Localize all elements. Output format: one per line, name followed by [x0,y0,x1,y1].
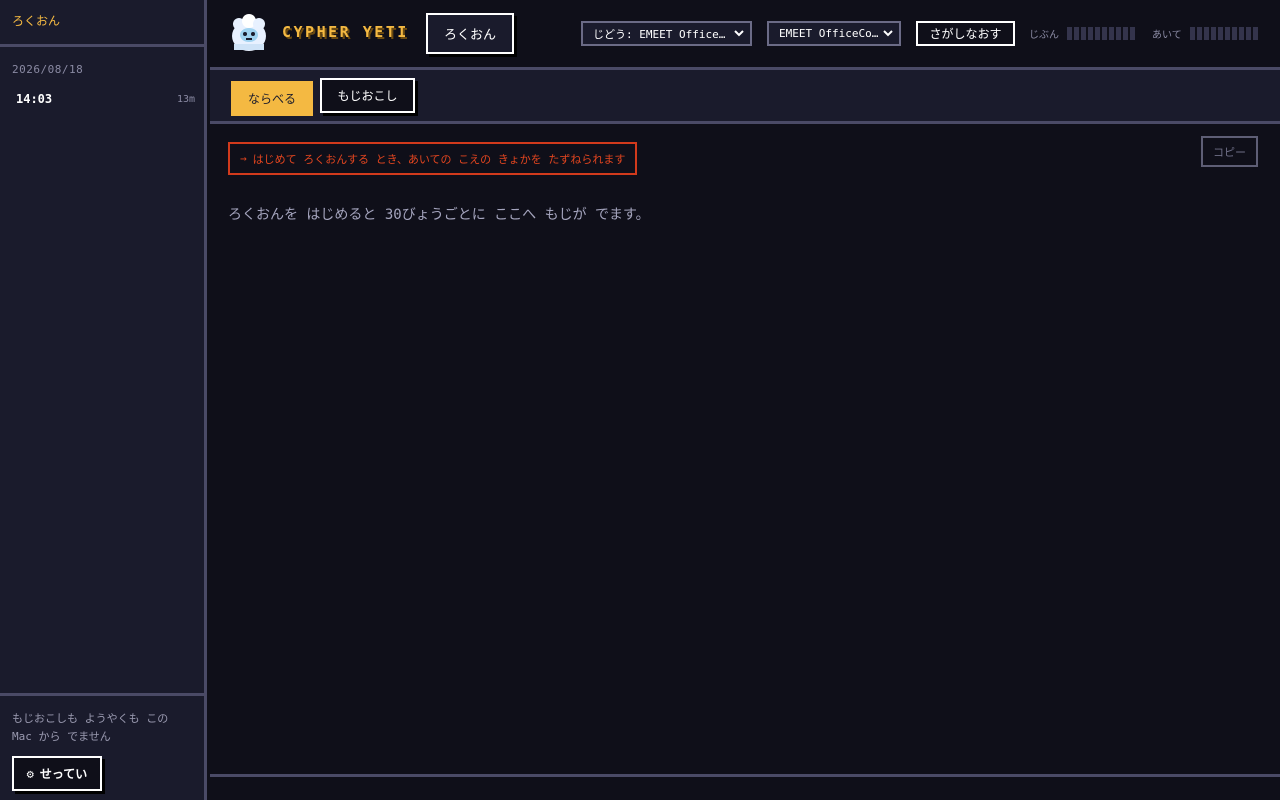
other-meter-label: あいて [1152,30,1182,41]
output-device-select[interactable]: EMEET OfficeCo… [767,21,901,46]
chevron-down-icon [734,30,744,37]
session-list-item[interactable]: 14:03 13m [6,86,201,112]
tab-transcript[interactable]: もじおこし [320,78,415,113]
other-meter-bars [1189,27,1258,40]
bottom-bar [210,774,1280,800]
session-date: 2026/08/18 [12,63,84,76]
gear-icon: ⚙ [26,766,34,781]
sidebar: ろくおん 2026/08/18 14:03 13m もじおこしも ようやくも こ… [0,0,207,800]
output-device-value: EMEET OfficeCo… [779,27,879,40]
copy-button[interactable]: コピー [1201,136,1258,167]
tab-arrange[interactable]: ならべる [231,81,313,116]
header: CYPHER YETI ろくおん じどう: EMEET Office… EMEE… [210,0,1280,70]
input-device-select[interactable]: じどう: EMEET Office… [581,21,752,46]
privacy-note: もじおこしも ようやくも この Mac から でません [12,712,169,743]
self-meter-label: じぶん [1029,30,1059,41]
rescan-devices-button[interactable]: さがしなおす [916,21,1015,46]
transcript-placeholder: ろくおんを はじめると 30びょうごとに ここへ もじが でます。 [228,207,650,223]
arrow-right-icon: → [240,152,247,165]
settings-button[interactable]: ⚙ せってい [12,756,102,791]
sidebar-footer: もじおこしも ようやくも この Mac から でません ⚙ せってい [0,693,204,800]
input-device-value: じどう: EMEET Office… [593,27,726,41]
brand-name: CYPHER YETI [282,23,409,41]
session-duration: 13m [176,93,195,105]
other-level-meter: あいて [1152,26,1258,41]
permission-notice-text: はじめて ろくおんする とき、あいての こえの きょかを たずねられます [252,152,626,166]
sidebar-title: ろくおん [0,0,204,47]
session-time: 14:03 [16,92,53,106]
record-button[interactable]: ろくおん [426,13,514,54]
self-meter-bars [1067,27,1135,40]
settings-label: せってい [39,767,88,781]
yeti-logo-icon [232,14,266,51]
tab-bar: ならべる もじおこし [210,70,1280,124]
app-window: ろくおん 2026/08/18 14:03 13m もじおこしも ようやくも こ… [0,0,1280,800]
transcript-panel: → はじめて ろくおんする とき、あいての こえの きょかを たずねられます コ… [210,124,1280,775]
self-level-meter: じぶん [1029,26,1135,41]
chevron-down-icon [883,30,893,37]
permission-notice: → はじめて ろくおんする とき、あいての こえの きょかを たずねられます [228,142,638,175]
